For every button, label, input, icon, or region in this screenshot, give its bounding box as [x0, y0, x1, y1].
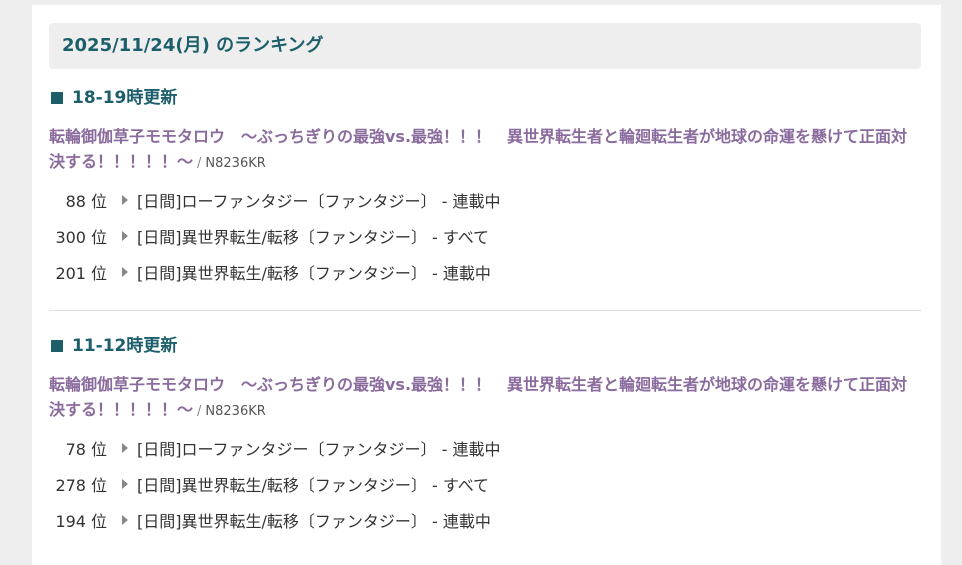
rank-value: 88: [65, 192, 86, 211]
ranking-date-header: 2025/11/24(月) のランキング: [49, 23, 921, 69]
triangle-right-icon: [122, 443, 128, 453]
rank-value: 201: [55, 264, 86, 283]
rank-list: 88 位 [日間]ローファンタジー〔ファンタジー〕 - 連載中 300 位 [日間]…: [49, 182, 921, 290]
rank-genre: [日間]異世界転生/転移〔ファンタジー〕 - すべて: [137, 228, 490, 247]
novel-title-link[interactable]: 転輪御伽草子モモタロウ ～ぶっちぎりの最強vs.最強！！！ 異世界転生者と輪廻転…: [49, 375, 907, 419]
ncode-label: N8236KR: [205, 404, 266, 419]
section-title-label: 11-12時更新: [72, 336, 178, 356]
rank-row: 300 位 [日間]異世界転生/転移〔ファンタジー〕 - すべて: [49, 218, 921, 254]
rank-unit: 位: [90, 440, 107, 459]
triangle-right-icon: [122, 195, 128, 205]
square-icon: [51, 92, 63, 104]
update-section: 18-19時更新 転輪御伽草子モモタロウ ～ぶっちぎりの最強vs.最強！！！ 異…: [49, 85, 921, 290]
square-icon: [51, 340, 63, 352]
section-divider: [49, 310, 921, 311]
rank-list: 78 位 [日間]ローファンタジー〔ファンタジー〕 - 連載中 278 位 [日間]…: [49, 430, 921, 538]
novel-title-link[interactable]: 転輪御伽草子モモタロウ ～ぶっちぎりの最強vs.最強！！！ 異世界転生者と輪廻転…: [49, 127, 907, 171]
update-section: 11-12時更新 転輪御伽草子モモタロウ ～ぶっちぎりの最強vs.最強！！！ 異…: [49, 333, 921, 538]
novel-entry: 転輪御伽草子モモタロウ ～ぶっちぎりの最強vs.最強！！！ 異世界転生者と輪廻転…: [49, 372, 921, 424]
rank-unit: 位: [90, 512, 107, 531]
section-title: 18-19時更新: [49, 85, 921, 111]
rank-number: 278 位: [49, 472, 107, 496]
rank-genre: [日間]ローファンタジー〔ファンタジー〕 - 連載中: [137, 440, 501, 459]
rank-value: 194: [55, 512, 86, 531]
rank-unit: 位: [90, 192, 107, 211]
rank-row: 194 位 [日間]異世界転生/転移〔ファンタジー〕 - 連載中: [49, 502, 921, 538]
rank-number: 78 位: [49, 436, 107, 460]
rank-unit: 位: [90, 264, 107, 283]
rank-row: 201 位 [日間]異世界転生/転移〔ファンタジー〕 - 連載中: [49, 254, 921, 290]
section-title-label: 18-19時更新: [72, 88, 178, 108]
rank-unit: 位: [90, 228, 107, 247]
rank-number: 194 位: [49, 508, 107, 532]
rank-value: 78: [65, 440, 86, 459]
triangle-right-icon: [122, 515, 128, 525]
rank-genre: [日間]異世界転生/転移〔ファンタジー〕 - すべて: [137, 476, 490, 495]
triangle-right-icon: [122, 231, 128, 241]
ncode-label: N8236KR: [205, 156, 266, 171]
rank-unit: 位: [90, 476, 107, 495]
ncode-separator: /: [197, 404, 202, 419]
rank-genre: [日間]異世界転生/転移〔ファンタジー〕 - 連載中: [137, 264, 491, 283]
triangle-right-icon: [122, 267, 128, 277]
rank-number: 201 位: [49, 260, 107, 284]
section-title: 11-12時更新: [49, 333, 921, 359]
rank-row: 88 位 [日間]ローファンタジー〔ファンタジー〕 - 連載中: [49, 182, 921, 218]
rank-value: 278: [55, 476, 86, 495]
ncode-separator: /: [197, 156, 202, 171]
rank-number: 300 位: [49, 224, 107, 248]
rank-genre: [日間]ローファンタジー〔ファンタジー〕 - 連載中: [137, 192, 501, 211]
novel-entry: 転輪御伽草子モモタロウ ～ぶっちぎりの最強vs.最強！！！ 異世界転生者と輪廻転…: [49, 124, 921, 176]
ranking-panel: 2025/11/24(月) のランキング 18-19時更新 転輪御伽草子モモタロ…: [32, 5, 941, 565]
triangle-right-icon: [122, 479, 128, 489]
rank-genre: [日間]異世界転生/転移〔ファンタジー〕 - 連載中: [137, 512, 491, 531]
rank-value: 300: [55, 228, 86, 247]
rank-number: 88 位: [49, 188, 107, 212]
rank-row: 78 位 [日間]ローファンタジー〔ファンタジー〕 - 連載中: [49, 430, 921, 466]
rank-row: 278 位 [日間]異世界転生/転移〔ファンタジー〕 - すべて: [49, 466, 921, 502]
